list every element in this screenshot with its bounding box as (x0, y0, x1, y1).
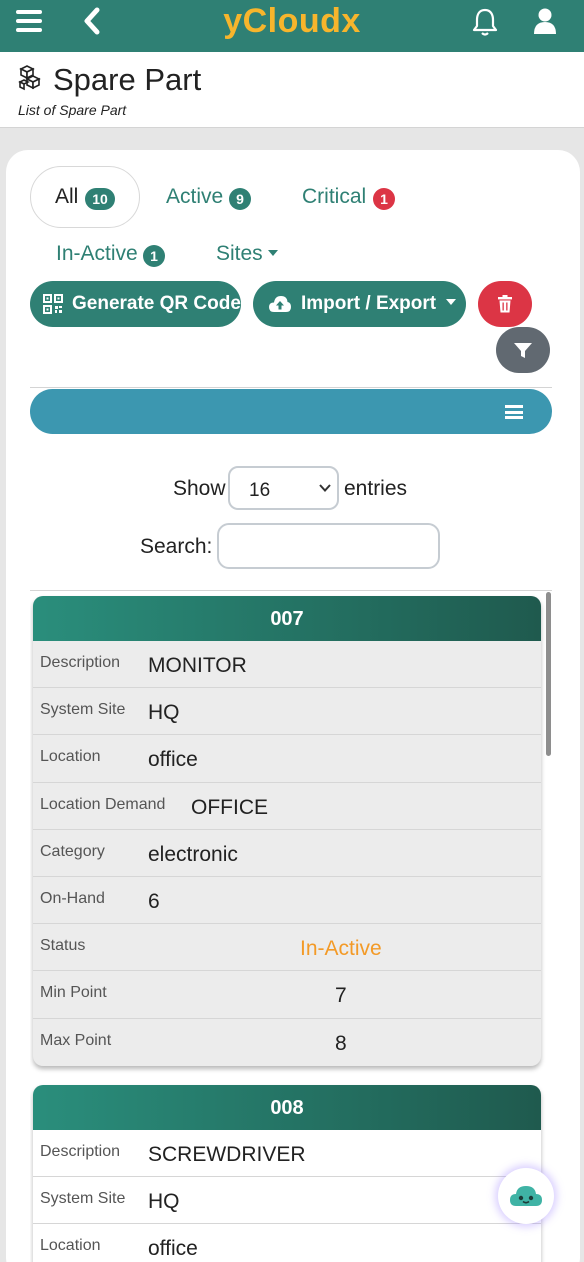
import-export-label: Import / Export (301, 293, 437, 314)
field-row-location: Location office (33, 1224, 541, 1262)
show-label: Show (173, 477, 226, 500)
field-label: Category (40, 842, 105, 860)
tab-active[interactable]: Active (166, 185, 223, 209)
search-label: Search: (140, 535, 213, 558)
field-label: Min Point (40, 984, 107, 1002)
field-value: HQ (148, 1190, 180, 1214)
record-code: 007 (33, 596, 541, 641)
filter-button[interactable] (496, 327, 550, 373)
entries-label: entries (344, 477, 408, 500)
tab-active-count-badge: 9 (229, 188, 251, 210)
page-subtitle: List of Spare Part (18, 102, 127, 118)
field-row-min-point: Min Point 7 (33, 971, 541, 1019)
field-row-status: Status In-Active (33, 924, 541, 972)
cloud-upload-icon (269, 296, 291, 312)
field-value: office (148, 1237, 198, 1261)
tab-all-count-badge: 10 (85, 188, 115, 210)
field-label: Location Demand (40, 795, 166, 813)
field-row-max-point: Max Point 8 (33, 1019, 541, 1066)
field-label: On-Hand (40, 889, 105, 907)
page-header: Spare Part List of Spare Part (0, 52, 584, 128)
field-label: Description (40, 654, 121, 671)
field-row-on-hand: On-Hand 6 (33, 877, 541, 925)
divider (30, 387, 552, 388)
bell-icon[interactable] (470, 6, 500, 38)
field-value: 6 (148, 889, 160, 913)
field-row-system-site: System Site HQ (33, 688, 541, 736)
field-value: office (148, 748, 198, 772)
assistant-button[interactable] (498, 1168, 554, 1224)
cloud-bot-icon (510, 1186, 542, 1206)
list-scrollbar-thumb[interactable] (546, 592, 551, 756)
field-row-description: Description SCREWDRIVER (33, 1130, 541, 1178)
tab-critical-count-badge: 1 (373, 188, 395, 210)
qr-code-icon (43, 294, 63, 314)
boxes-icon (18, 65, 41, 91)
tab-all-label: All (55, 185, 79, 208)
field-label: Location (40, 1237, 101, 1255)
field-row-location: Location office (33, 735, 541, 783)
record-card-007[interactable]: 007 Description MONITOR System Site HQ L… (33, 596, 541, 1066)
field-label: Max Point (40, 1031, 112, 1049)
field-value: 7 (335, 984, 347, 1008)
tab-inactive-count-badge: 1 (143, 245, 165, 267)
record-code: 008 (33, 1085, 541, 1130)
table-toolbar (30, 389, 552, 434)
chevron-down-icon (319, 484, 331, 492)
field-label: Status (40, 937, 86, 955)
sites-dropdown[interactable]: Sites (216, 242, 278, 266)
tab-inactive[interactable]: In-Active (56, 242, 138, 266)
field-value: MONITOR (148, 654, 247, 677)
columns-menu-icon[interactable] (505, 405, 523, 419)
generate-qr-button[interactable]: Generate QR Code (30, 281, 241, 327)
field-row-category: Category electronic (33, 830, 541, 877)
page-title: Spare Part (53, 62, 202, 97)
filter-icon (514, 343, 532, 358)
field-value: OFFICE (191, 795, 268, 819)
field-value: SCREWDRIVER (148, 1143, 306, 1166)
import-export-button[interactable]: Import / Export (253, 281, 466, 327)
entries-select[interactable]: 16 (228, 466, 339, 510)
record-list[interactable]: 007 Description MONITOR System Site HQ L… (30, 590, 552, 1262)
top-bar: yCloudx (0, 0, 584, 52)
field-row-location-demand: Location Demand OFFICE (33, 783, 541, 830)
field-value: HQ (148, 701, 180, 725)
search-input[interactable] (217, 523, 440, 569)
field-label: Location (40, 748, 101, 766)
field-value: 8 (335, 1031, 347, 1055)
delete-button[interactable] (478, 281, 532, 327)
field-label: Description (40, 1143, 121, 1160)
entries-select-value: 16 (249, 480, 271, 501)
field-value: electronic (148, 842, 238, 866)
field-row-description: Description MONITOR (33, 641, 541, 689)
trash-icon (498, 295, 512, 313)
caret-down-icon (446, 299, 456, 305)
generate-qr-label: Generate QR Code (72, 293, 241, 314)
tab-critical[interactable]: Critical (302, 185, 366, 209)
status-value: In-Active (300, 937, 382, 961)
record-card-008[interactable]: 008 Description SCREWDRIVER System Site … (33, 1085, 541, 1262)
field-label: System Site (40, 1190, 126, 1208)
user-icon[interactable] (532, 6, 558, 36)
sites-dropdown-label: Sites (216, 242, 263, 265)
field-label: System Site (40, 701, 126, 719)
field-row-system-site: System Site HQ (33, 1177, 541, 1225)
caret-down-icon (267, 249, 278, 256)
